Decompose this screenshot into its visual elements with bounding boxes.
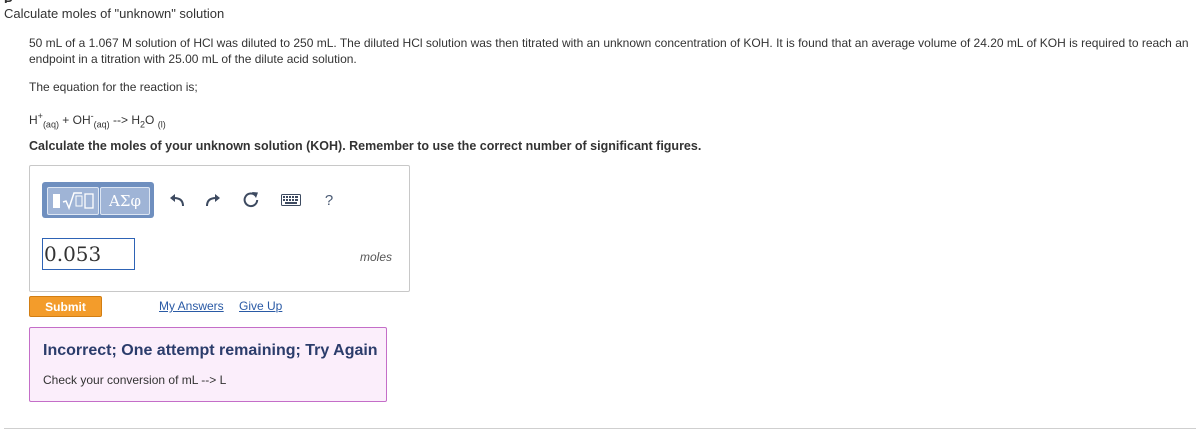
part-title: Calculate moles of "unknown" solution: [4, 6, 225, 21]
redo-icon: [206, 194, 220, 207]
problem-content: 50 mL of a 1.067 M solution of HCl was d…: [29, 35, 1189, 153]
toolbar-group: ΑΣφ: [42, 182, 154, 218]
answer-input[interactable]: [42, 238, 135, 270]
undo-button[interactable]: [164, 182, 190, 218]
equation-intro: The equation for the reaction is;: [29, 80, 198, 94]
feedback-box: Incorrect; One attempt remaining; Try Ag…: [29, 327, 387, 402]
keyboard-button[interactable]: [276, 182, 306, 218]
templates-icon: [53, 192, 94, 210]
feedback-hint: Check your conversion of mL --> L: [43, 373, 227, 387]
answer-box: ΑΣφ ? 0.053 moles: [29, 165, 410, 292]
undo-icon: [170, 194, 184, 207]
keyboard-icon: [281, 194, 301, 206]
reset-button[interactable]: [238, 182, 264, 218]
help-button[interactable]: ?: [316, 182, 342, 218]
problem-statement: 50 mL of a 1.067 M solution of HCl was d…: [29, 36, 1189, 66]
templates-button[interactable]: [47, 187, 99, 215]
units-label: moles: [360, 250, 393, 264]
bottom-divider: [4, 428, 1196, 429]
redo-button[interactable]: [200, 182, 226, 218]
math-toolbar: ΑΣφ ?: [42, 182, 382, 218]
greek-symbols-button[interactable]: ΑΣφ: [100, 187, 150, 215]
reset-icon: [243, 192, 259, 208]
reaction-equation: H+(aq) + OH-(aq) --> H2O (l): [29, 111, 166, 130]
question-prompt: Calculate the moles of your unknown solu…: [29, 139, 702, 153]
feedback-title: Incorrect; One attempt remaining; Try Ag…: [43, 342, 378, 359]
give-up-link[interactable]: Give Up: [239, 299, 282, 313]
my-answers-link[interactable]: My Answers: [159, 299, 224, 313]
cut-off-part-label: P: [4, 0, 34, 3]
submit-button[interactable]: Submit: [29, 296, 102, 317]
